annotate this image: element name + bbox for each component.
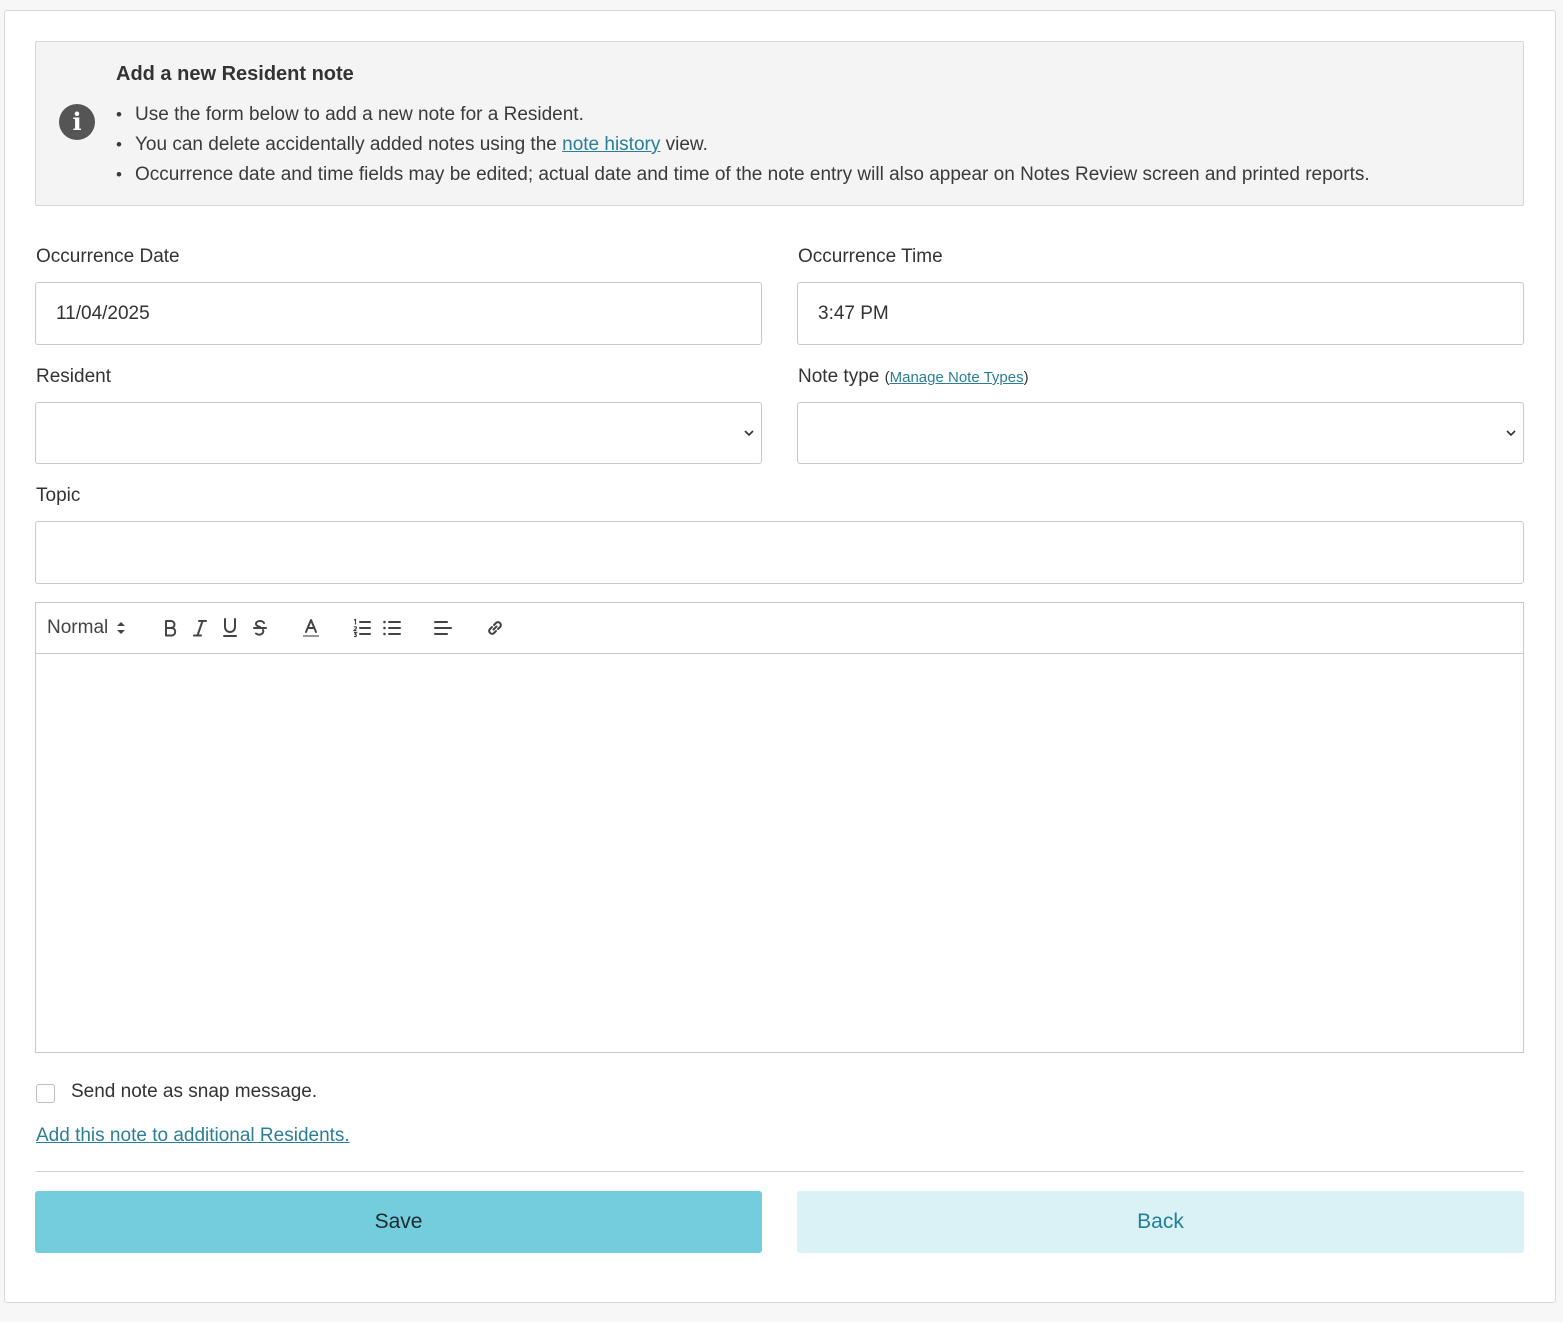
strike-button[interactable]	[247, 615, 273, 641]
info-icon: i	[59, 104, 95, 140]
topic-input[interactable]	[35, 521, 1524, 584]
resident-label: Resident	[36, 366, 111, 387]
editor-body[interactable]	[36, 654, 1523, 1052]
snap-message-label: Send note as snap message.	[71, 1081, 318, 1102]
ordered-list-icon	[352, 618, 371, 638]
note-type-label: Note type (Manage Note Types)	[798, 366, 1029, 387]
occurrence-time-input[interactable]: 3:47 PM	[797, 282, 1524, 345]
snap-message-checkbox[interactable]	[36, 1084, 55, 1103]
occurrence-time-label: Occurrence Time	[798, 246, 943, 267]
align-left-icon	[434, 621, 452, 635]
italic-icon	[193, 620, 207, 637]
note-form-card: i Add a new Resident note Use the form b…	[4, 10, 1556, 1303]
bold-icon	[165, 620, 177, 637]
info-bullet: Use the form below to add a new note for…	[116, 100, 1370, 130]
ordered-list-button[interactable]	[349, 615, 375, 641]
topic-label: Topic	[36, 485, 81, 506]
strikethrough-icon	[253, 620, 267, 636]
occurrence-date-input[interactable]: 11/04/2025	[35, 282, 762, 345]
manage-note-types-link[interactable]: Manage Note Types	[890, 369, 1024, 386]
underline-button[interactable]	[217, 615, 243, 641]
bold-button[interactable]	[157, 615, 183, 641]
link-icon	[488, 621, 502, 635]
save-button[interactable]: Save	[35, 1191, 762, 1253]
note-editor: Normal	[35, 602, 1524, 1053]
chevron-down-icon	[744, 430, 754, 437]
editor-toolbar: Normal	[36, 603, 1523, 654]
info-bullet: You can delete accidentally added notes …	[116, 130, 1370, 160]
note-type-select[interactable]	[797, 402, 1524, 464]
font-color-icon	[303, 619, 319, 637]
bullet-list-icon	[383, 620, 401, 636]
add-additional-residents-link[interactable]: Add this note to additional Residents.	[36, 1125, 350, 1147]
occurrence-date-label: Occurrence Date	[36, 246, 180, 267]
underline-icon	[223, 618, 237, 637]
italic-button[interactable]	[187, 615, 213, 641]
info-list: Use the form below to add a new note for…	[116, 100, 1370, 190]
divider	[35, 1171, 1524, 1172]
align-button[interactable]	[430, 615, 456, 641]
info-title: Add a new Resident note	[116, 63, 354, 85]
link-button[interactable]	[482, 615, 508, 641]
text-color-button[interactable]	[298, 615, 324, 641]
info-bullet: Occurrence date and time fields may be e…	[116, 160, 1370, 190]
note-history-link[interactable]: note history	[562, 134, 660, 155]
text-style-select[interactable]: Normal	[47, 615, 128, 641]
bullet-list-button[interactable]	[379, 615, 405, 641]
resident-select[interactable]	[35, 402, 762, 464]
updown-icon	[117, 622, 126, 634]
back-button[interactable]: Back	[797, 1191, 1524, 1253]
chevron-down-icon	[1506, 430, 1516, 437]
info-panel: i Add a new Resident note Use the form b…	[35, 41, 1524, 206]
